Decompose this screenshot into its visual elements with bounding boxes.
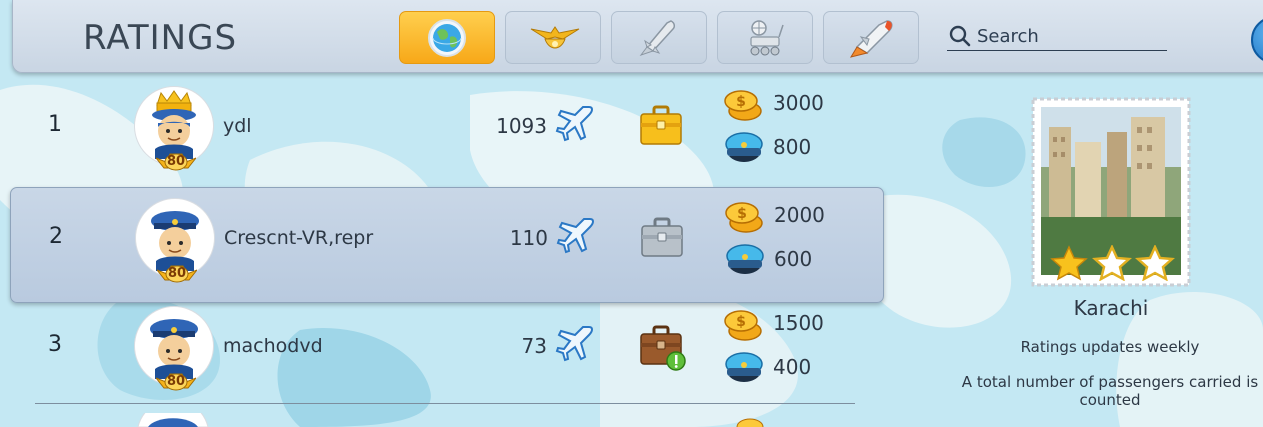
captain-hat-icon [725,132,763,162]
search-placeholder: Search [977,26,1039,47]
airplane-icon [555,326,593,362]
weekly-update-note: Ratings updates weekly [1020,338,1200,356]
coins-icon-partial [736,418,764,427]
airplane-icon [555,106,593,142]
rating-row-1[interactable]: 1 80 ydl 1093 $ 3000 800 [10,76,882,190]
rating-row-2[interactable]: 2 80 Crescnt-VR,repr 110 $ 2000 600 [10,187,884,303]
silver-briefcase-icon [641,217,683,257]
captain-hat-icon [725,352,763,382]
tab-global-ratings[interactable] [399,11,495,64]
profile-round-button[interactable] [1251,16,1263,64]
gold-briefcase-icon [640,105,682,145]
shuttle-icon [849,20,893,58]
level-number: 80 [167,266,187,281]
globe-icon [428,19,466,57]
search-field[interactable]: Search [947,22,1167,51]
tab-shuttles-ratings[interactable] [823,11,919,64]
coins-icon: $ [724,310,762,341]
level-number: 80 [166,374,186,389]
airplane-icon [556,218,594,254]
star-rating [1050,245,1175,281]
tab-rovers-ratings[interactable] [717,11,813,64]
rank-number: 3 [48,332,62,357]
star-empty-icon [1134,245,1175,281]
svg-text:$: $ [736,94,746,110]
coins-icon: $ [725,202,763,233]
coins-reward: 2000 [774,203,825,227]
coins-icon: $ [724,90,762,121]
hats-reward: 800 [773,135,812,159]
city-stamp [1031,97,1191,287]
level-number: 80 [166,154,186,169]
city-name: Karachi [1073,296,1149,320]
star-empty-icon [1091,245,1133,281]
rover-icon [750,20,784,56]
rank-number: 2 [49,224,63,249]
svg-text:$: $ [737,206,747,222]
rocket-icon [639,20,676,56]
rating-row-3[interactable]: 3 80 machodvd 73 $ 1500 400 [10,296,882,410]
rank-number: 1 [48,112,62,137]
planes-count: 1093 [496,114,547,138]
svg-text:$: $ [736,314,746,330]
hats-reward: 600 [774,247,813,271]
page-title: RATINGS [83,18,238,58]
wings-badge-icon [530,26,580,49]
row-divider [35,403,855,404]
search-icon [949,25,971,47]
planes-count: 110 [509,226,548,250]
captain-hat-icon [726,244,764,274]
player-name: ydl [223,115,252,137]
passengers-note: A total number of passengers carried is … [961,373,1259,409]
coins-reward: 3000 [773,91,824,115]
tab-pilots-ratings[interactable] [505,11,601,64]
coins-reward: 1500 [773,311,824,335]
planes-count: 73 [521,334,547,358]
star-filled-icon [1050,245,1088,281]
ratings-header-bar: RATINGS Search [12,0,1263,73]
hats-reward: 400 [773,355,812,379]
player-name: machodvd [223,335,323,357]
brown-briefcase-icon [640,325,686,371]
player-name: Crescnt-VR,repr [224,227,374,249]
pilot-avatar-partial [137,413,209,427]
tab-rockets-ratings[interactable] [611,11,707,64]
